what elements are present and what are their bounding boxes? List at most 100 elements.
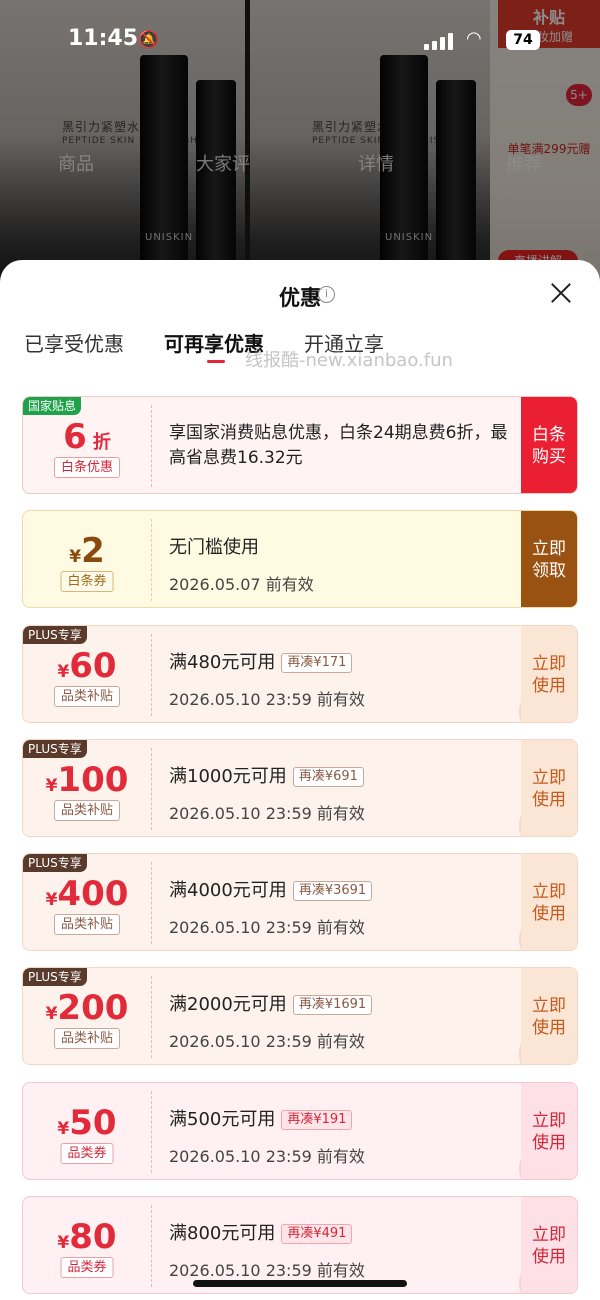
coupon-threshold: 满480元可用 bbox=[169, 652, 276, 673]
currency-symbol: ¥ bbox=[57, 662, 70, 682]
coupon-condition: 无门槛使用 bbox=[169, 537, 259, 558]
coupon-info: 无门槛使用 2026.05.07 前有效 bbox=[169, 511, 519, 607]
close-icon[interactable] bbox=[548, 280, 574, 306]
coupon-amount-number: 200 bbox=[57, 988, 129, 1028]
coupon-info: 满4000元可用 再凑¥3691 2026.05.10 23:59 前有效 bbox=[169, 854, 519, 950]
coupon-amount: ¥100 bbox=[23, 760, 151, 800]
coupon-divider bbox=[151, 748, 152, 830]
coupon-expiry: 2026.05.10 23:59 前有效 bbox=[169, 1261, 365, 1280]
coupon-amount: ¥60 bbox=[23, 646, 151, 686]
currency-symbol: ¥ bbox=[69, 547, 82, 567]
claim-button[interactable]: 立即 领取 bbox=[521, 511, 577, 607]
use-button[interactable]: 立即 使用 bbox=[521, 740, 577, 836]
currency-symbol: ¥ bbox=[57, 1119, 70, 1139]
coupon-type-tag: 品类补贴 bbox=[53, 914, 121, 935]
coupon-value: ¥2 白条券 bbox=[23, 511, 151, 607]
coupon-card: ¥100 品类补贴 PLUS专享 满1000元可用 再凑¥691 2026.05.… bbox=[22, 739, 578, 837]
product-page-background: 黑引力紧塑水乳礼 黑引力紧塑水乳礼 PEPTIDE SKIN REPLENISH… bbox=[0, 0, 600, 300]
home-indicator[interactable] bbox=[193, 1280, 407, 1287]
currency-symbol: ¥ bbox=[45, 1004, 58, 1024]
top-up-pill: 再凑¥491 bbox=[281, 1224, 353, 1244]
coupon-divider bbox=[151, 862, 152, 944]
coupon-type-tag: 品类券 bbox=[60, 1143, 114, 1164]
plus-exclusive-badge: PLUS专享 bbox=[23, 740, 87, 758]
coupon-type-tag: 品类补贴 bbox=[53, 1028, 121, 1049]
plus-exclusive-badge: PLUS专享 bbox=[23, 854, 87, 872]
coupon-threshold: 满2000元可用 bbox=[169, 994, 287, 1015]
coupon-card: ¥400 品类补贴 PLUS专享 满4000元可用 再凑¥3691 2026.05… bbox=[22, 853, 578, 951]
coupon-expiry: 2026.05.10 23:59 前有效 bbox=[169, 918, 365, 937]
coupon-threshold: 满500元可用 bbox=[169, 1109, 276, 1130]
coupon-description: 享国家消费贴息优惠，白条24期息费6折，最高省息费16.32元 bbox=[169, 423, 508, 468]
coupon-divider bbox=[151, 1091, 152, 1173]
coupon-condition: 满480元可用 再凑¥171 bbox=[169, 648, 353, 674]
coupon-type-tag: 品类补贴 bbox=[53, 800, 121, 821]
coupon-divider bbox=[151, 976, 152, 1058]
coupon-divider bbox=[151, 519, 152, 601]
watermark: 线报酷-new.xianbao.fun bbox=[245, 350, 453, 371]
tab-enjoyed[interactable]: 已享受优惠 bbox=[24, 328, 124, 357]
use-button[interactable]: 立即 使用 bbox=[521, 968, 577, 1064]
coupon-type-tag: 品类券 bbox=[60, 1257, 114, 1278]
coupon-expiry: 2026.05.10 23:59 前有效 bbox=[169, 1147, 365, 1166]
coupon-info: 满2000元可用 再凑¥1691 2026.05.10 23:59 前有效 bbox=[169, 968, 519, 1064]
currency-symbol: ¥ bbox=[57, 1233, 70, 1253]
coupon-info: 满480元可用 再凑¥171 2026.05.10 23:59 前有效 bbox=[169, 626, 519, 722]
silent-bell-icon: 🔕 bbox=[138, 30, 160, 50]
top-up-pill: 再凑¥691 bbox=[292, 767, 364, 787]
coupon-condition: 满4000元可用 再凑¥3691 bbox=[169, 876, 373, 902]
coupon-expiry: 2026.05.07 前有效 bbox=[169, 575, 314, 594]
coupon-card: ¥50 品类券 满500元可用 再凑¥191 2026.05.10 23:59 前… bbox=[22, 1082, 578, 1180]
coupon-value: ¥80 品类券 bbox=[23, 1197, 151, 1293]
use-button[interactable]: 立即 使用 bbox=[521, 1197, 577, 1293]
coupon-amount: ¥2 bbox=[23, 531, 151, 571]
top-up-pill: 再凑¥191 bbox=[281, 1110, 353, 1130]
sheet-title-text: 优惠 bbox=[279, 286, 321, 310]
wifi-icon: ◠ bbox=[466, 28, 482, 49]
top-up-pill: 再凑¥3691 bbox=[292, 881, 373, 901]
coupon-divider bbox=[151, 634, 152, 716]
coupon-amount-number: 80 bbox=[69, 1217, 117, 1257]
coupon-divider bbox=[151, 1205, 152, 1287]
coupon-amount: ¥50 bbox=[23, 1103, 151, 1143]
baitiao-buy-button[interactable]: 白条 购买 bbox=[521, 397, 577, 493]
coupon-condition: 满1000元可用 再凑¥691 bbox=[169, 762, 364, 788]
use-button[interactable]: 立即 使用 bbox=[521, 854, 577, 950]
top-up-pill: 再凑¥171 bbox=[281, 653, 353, 673]
coupon-threshold: 满1000元可用 bbox=[169, 766, 287, 787]
cellular-signal-icon bbox=[424, 32, 454, 50]
coupon-corner-badge: 国家贴息 bbox=[23, 397, 82, 415]
coupon-expiry: 2026.05.10 23:59 前有效 bbox=[169, 1032, 365, 1051]
battery-icon: 74 bbox=[506, 30, 540, 50]
coupon-type-tag: 品类补贴 bbox=[53, 686, 121, 707]
coupon-sheet: 优惠 i 已享受优惠 可再享优惠 开通立享 线报酷-new.xianbao.fu… bbox=[0, 260, 600, 1300]
status-bar: 11:45 🔕 ◠ 74 bbox=[0, 26, 600, 56]
info-icon[interactable]: i bbox=[318, 286, 335, 303]
use-button[interactable]: 立即 使用 bbox=[521, 626, 577, 722]
coupon-amount-number: 6 bbox=[63, 417, 87, 457]
coupon-amount-number: 50 bbox=[69, 1103, 117, 1143]
coupon-amount-unit: 折 bbox=[92, 432, 111, 453]
coupon-amount-number: 2 bbox=[81, 531, 105, 571]
coupon-amount: ¥200 bbox=[23, 988, 151, 1028]
coupon-amount: ¥400 bbox=[23, 874, 151, 914]
currency-symbol: ¥ bbox=[45, 890, 58, 910]
top-up-pill: 再凑¥1691 bbox=[292, 995, 373, 1015]
coupon-type-tag: 白条优惠 bbox=[53, 457, 121, 478]
coupon-condition: 满800元可用 再凑¥491 bbox=[169, 1219, 353, 1245]
coupon-amount-number: 400 bbox=[57, 874, 129, 914]
status-time: 11:45 bbox=[68, 26, 139, 51]
currency-symbol: ¥ bbox=[45, 776, 58, 796]
coupon-info: 满1000元可用 再凑¥691 2026.05.10 23:59 前有效 bbox=[169, 740, 519, 836]
coupon-amount-number: 60 bbox=[69, 646, 117, 686]
coupon-card: ¥200 品类补贴 PLUS专享 满2000元可用 再凑¥1691 2026.05… bbox=[22, 967, 578, 1065]
active-tab-indicator bbox=[207, 360, 225, 363]
coupon-divider bbox=[151, 405, 152, 487]
coupon-expiry: 2026.05.10 23:59 前有效 bbox=[169, 804, 365, 823]
coupon-condition: 满500元可用 再凑¥191 bbox=[169, 1105, 353, 1131]
coupon-card: 6折 白条优惠 国家贴息 享国家消费贴息优惠，白条24期息费6折，最高省息费16… bbox=[22, 396, 578, 494]
coupon-amount: 6折 bbox=[23, 417, 151, 457]
sheet-title: 优惠 bbox=[0, 282, 600, 312]
use-button[interactable]: 立即 使用 bbox=[521, 1083, 577, 1179]
coupon-card: ¥60 品类补贴 PLUS专享 满480元可用 再凑¥171 2026.05.10… bbox=[22, 625, 578, 723]
